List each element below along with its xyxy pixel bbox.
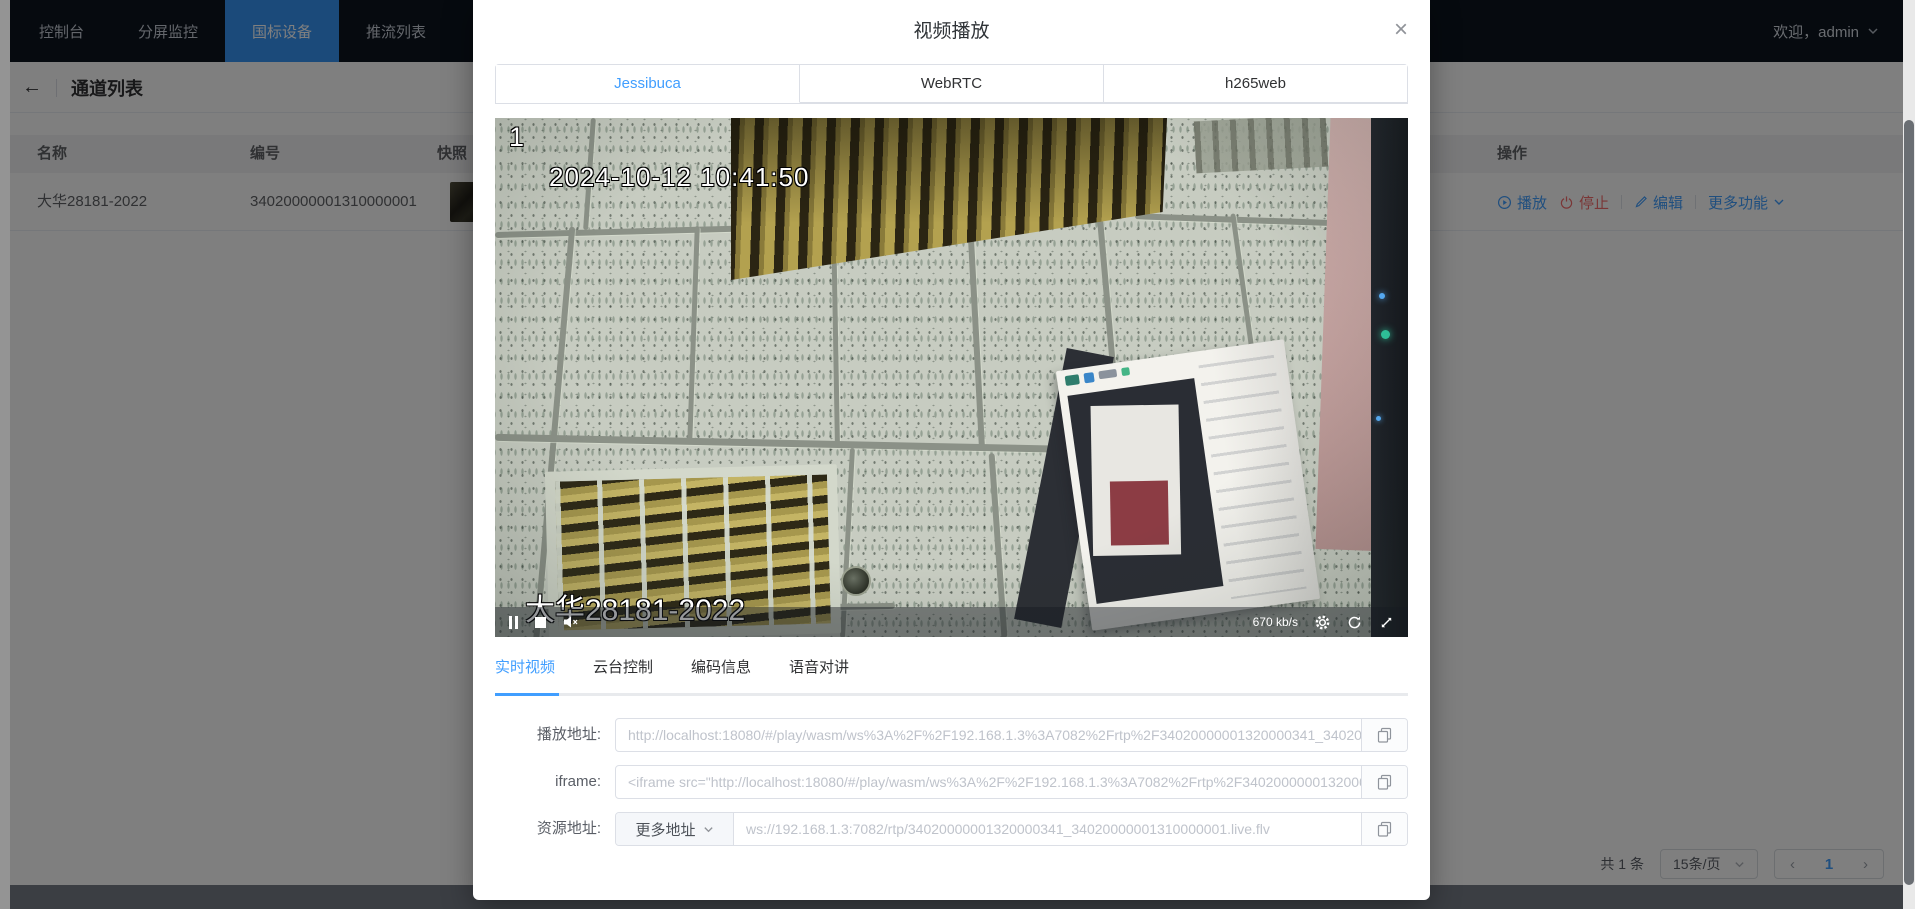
resource-url-label: 资源地址:: [495, 812, 615, 846]
fullscreen-button[interactable]: [1379, 615, 1394, 630]
tab-jessibuca[interactable]: Jessibuca: [496, 65, 800, 103]
play-url-input[interactable]: http://localhost:18080/#/play/wasm/ws%3A…: [616, 719, 1361, 751]
dialog-title: 视频播放: [473, 0, 1430, 64]
tab-track: [495, 693, 1408, 696]
address-fields: 播放地址: http://localhost:18080/#/play/wasm…: [495, 718, 1408, 846]
more-addresses-label: 更多地址: [635, 819, 695, 840]
iframe-input[interactable]: <iframe src="http://localhost:18080/#/pl…: [616, 766, 1361, 798]
stop-button[interactable]: [535, 617, 546, 628]
video-control-bar: 670 kb/s: [495, 607, 1408, 637]
tab-ptz-control[interactable]: 云台控制: [593, 653, 653, 683]
copy-play-url-button[interactable]: [1361, 719, 1407, 751]
video-player[interactable]: 1 2024-10-12 10:41:50 大华28181-2022 670 k…: [495, 118, 1408, 637]
copy-resource-url-button[interactable]: [1361, 813, 1407, 845]
reload-button[interactable]: [1347, 615, 1362, 630]
resource-url-input[interactable]: ws://192.168.1.3:7082/rtp/34020000001320…: [734, 813, 1361, 845]
play-url-label: 播放地址:: [495, 718, 615, 752]
speaker-mute-icon: [563, 615, 579, 629]
osd-channel-number: 1: [509, 122, 524, 153]
play-url-row: 播放地址: http://localhost:18080/#/play/wasm…: [495, 718, 1408, 752]
osd-timestamp: 2024-10-12 10:41:50: [549, 162, 809, 193]
tab-live-video[interactable]: 实时视频: [495, 653, 555, 683]
tab-h265web[interactable]: h265web: [1104, 65, 1407, 103]
copy-icon: [1377, 727, 1392, 743]
iframe-label: iframe:: [495, 765, 615, 799]
copy-iframe-button[interactable]: [1361, 766, 1407, 798]
active-tab-indicator: [495, 693, 559, 696]
dialog-body: Jessibuca WebRTC h265web: [473, 64, 1430, 846]
stream-sub-tabs: 实时视频 云台控制 编码信息 语音对讲: [495, 653, 1408, 696]
settings-button[interactable]: [1315, 615, 1330, 630]
tab-webrtc[interactable]: WebRTC: [800, 65, 1104, 103]
chevron-down-icon: [703, 824, 714, 835]
fullscreen-icon: [1379, 615, 1394, 630]
player-engine-tabs: Jessibuca WebRTC h265web: [495, 64, 1408, 104]
iframe-row: iframe: <iframe src="http://localhost:18…: [495, 765, 1408, 799]
bitrate-label: 670 kb/s: [1253, 615, 1298, 629]
gear-icon: [1315, 615, 1330, 630]
page-scrollbar[interactable]: [1903, 0, 1915, 909]
more-addresses-dropdown[interactable]: 更多地址: [616, 813, 734, 845]
fisheye-vignette: [495, 118, 1408, 637]
resource-url-row: 资源地址: 更多地址 ws://192.168.1.3:7082/rtp/340…: [495, 812, 1408, 846]
dialog-header: 视频播放 ×: [473, 0, 1430, 64]
video-play-dialog: 视频播放 × Jessibuca WebRTC h265web: [473, 0, 1430, 900]
copy-icon: [1377, 821, 1392, 837]
scrollbar-thumb[interactable]: [1904, 120, 1914, 885]
pause-button[interactable]: [509, 616, 518, 629]
mute-button[interactable]: [563, 615, 579, 629]
close-icon[interactable]: ×: [1394, 18, 1408, 42]
refresh-icon: [1347, 615, 1362, 630]
tab-encoding-info[interactable]: 编码信息: [691, 653, 751, 683]
window-left-edge: [0, 0, 10, 909]
tab-voice-intercom[interactable]: 语音对讲: [789, 653, 849, 683]
copy-icon: [1377, 774, 1392, 790]
page: 控制台 分屏监控 国标设备 推流列表 拉流代理 欢迎，admin ← 通道列表 …: [0, 0, 1915, 909]
